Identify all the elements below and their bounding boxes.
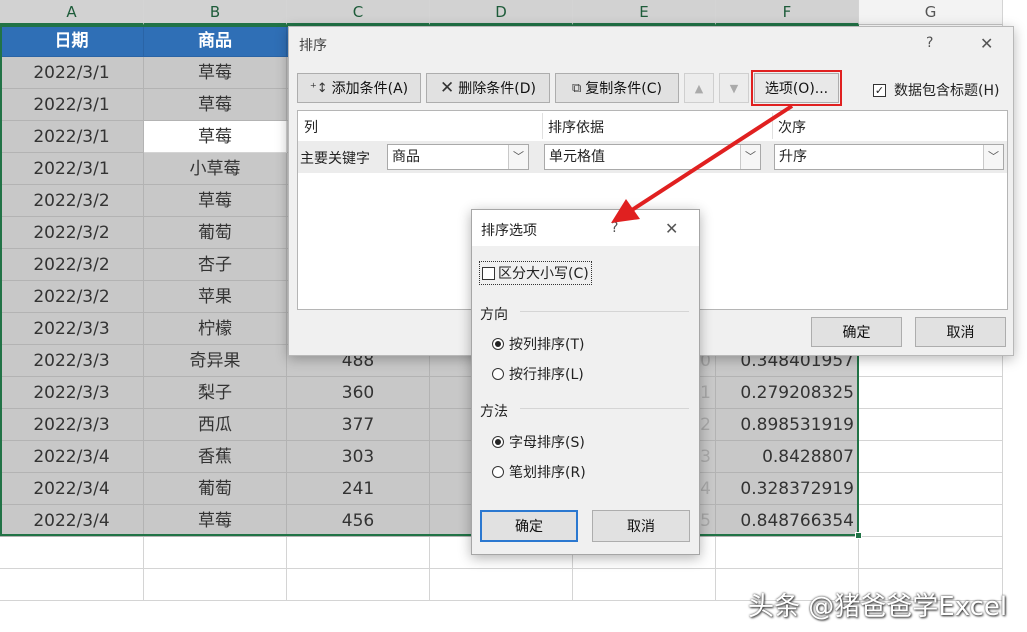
excel-window: ABCDEFG 日期 商品 2022/3/1 草莓 2022/3/1 草莓 2022/3/1… [0,0,1027,632]
watermark: 头条 @猪爸爸学Excel [748,592,1008,622]
annotation-arrow-icon [611,104,794,223]
